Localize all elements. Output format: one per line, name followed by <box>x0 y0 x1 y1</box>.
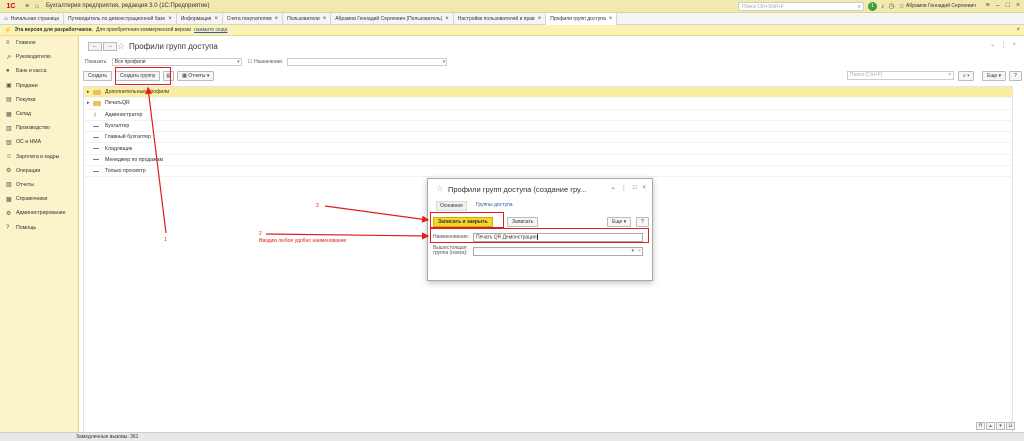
arrow-step2 <box>265 232 430 240</box>
annotation-step1: 1 <box>164 237 167 243</box>
annotation-step3: 3 <box>316 203 319 209</box>
arrow-step1 <box>145 86 167 234</box>
annotation-step2-text: Вводим любое удобно наименование <box>259 238 347 244</box>
annotation-step2: 2 <box>259 231 262 237</box>
arrow-step3 <box>324 205 430 223</box>
annotation-arrows <box>145 86 430 240</box>
